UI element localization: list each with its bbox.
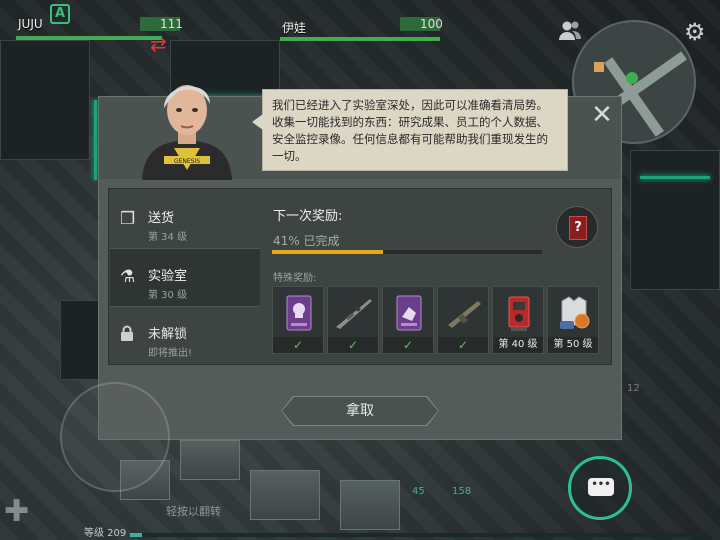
reward-slot[interactable]: ✓ — [382, 286, 434, 354]
bg-crate — [180, 440, 240, 480]
reward-slot[interactable]: 第 40 级 — [492, 286, 544, 354]
minimap-player-marker — [626, 72, 638, 84]
mystery-card-icon: ? — [569, 216, 587, 240]
reward-status: ✓ — [273, 337, 323, 353]
chat-icon: ••• — [588, 478, 614, 496]
movement-joystick[interactable] — [60, 382, 170, 492]
player1-health-value: 111 — [140, 17, 183, 31]
armor-vest-icon — [560, 296, 590, 329]
player2-health-value: 100 — [400, 17, 443, 31]
sniper-rifle-icon — [336, 299, 372, 329]
reward-status: ✓ — [438, 337, 488, 353]
minimap-objective-marker — [594, 62, 604, 72]
reward-level-requirement: 第 50 级 — [548, 337, 598, 353]
hand-card-icon — [396, 295, 422, 331]
boxes-icon: ❒ — [120, 209, 136, 229]
gear-icon[interactable]: ⚙ — [684, 18, 706, 46]
lock-icon — [120, 325, 134, 346]
assault-rifle-icon — [448, 301, 481, 328]
experience-bar — [130, 533, 710, 537]
progress-bar — [272, 250, 542, 254]
character-portrait: GENESIS — [134, 70, 240, 180]
dpad-icon[interactable]: ✚ — [4, 494, 44, 534]
bg-neon-strip — [640, 176, 710, 179]
bg-wall — [0, 40, 90, 160]
reward-slot[interactable]: 第 50 级 — [547, 286, 599, 354]
reward-status: ✓ — [328, 337, 378, 353]
reward-slot[interactable]: ✓ — [327, 286, 379, 354]
next-reward-label: 下一次奖励: — [273, 209, 343, 224]
player1-health-fill — [16, 36, 162, 40]
category-title: 未解锁 — [148, 327, 188, 342]
player2-name: 伊娃 — [282, 21, 307, 35]
category-subtitle: 即将推出! — [148, 348, 193, 359]
ammo-count: 12 — [627, 383, 640, 394]
claim-button[interactable]: 拿取 — [282, 397, 438, 425]
player1-name: JUJU — [18, 17, 43, 31]
category-locked[interactable]: 未解锁 即将推出! — [110, 307, 260, 365]
flask-icon: ⚗ — [120, 267, 136, 287]
progress-text: 41% 已完成 — [273, 234, 340, 248]
portrait-jacket-text: GENESIS — [174, 158, 200, 165]
people-icon[interactable] — [558, 20, 582, 48]
swap-icon[interactable]: ⇄ — [150, 32, 167, 56]
player-level: 等级 209 — [84, 528, 127, 539]
special-rewards-label: 特殊奖励: — [273, 273, 317, 284]
reward-level-requirement: 第 40 级 — [493, 337, 543, 353]
category-title: 送货 — [148, 211, 175, 226]
category-subtitle: 第 34 级 — [148, 232, 188, 243]
reward-slot[interactable]: ✓ — [437, 286, 489, 354]
player-rank-badge: A — [50, 4, 70, 24]
dialog-speech: 我们已经进入了实验室深处，因此可以准确看清局势。收集一切能找到的东西：研究成果、… — [252, 89, 568, 171]
bg-wall — [60, 300, 100, 380]
resource-count: 45 — [412, 486, 425, 497]
bg-neon-strip — [94, 100, 97, 180]
red-machine-icon — [508, 296, 530, 331]
bg-crate — [250, 470, 320, 520]
resource-count: 158 — [452, 486, 472, 497]
flip-hint: 轻按以翻转 — [166, 505, 221, 518]
progress-fill — [272, 250, 383, 254]
category-title: 实验室 — [148, 269, 188, 284]
reward-status: ✓ — [383, 337, 433, 353]
player2-health-fill — [280, 37, 440, 41]
experience-fill — [130, 533, 142, 537]
bg-wall — [630, 150, 720, 290]
category-delivery[interactable]: ❒ 送货 第 34 级 — [110, 191, 260, 249]
bg-crate — [340, 480, 400, 530]
next-reward-preview[interactable]: ? — [556, 206, 598, 248]
category-lab[interactable]: ⚗ 实验室 第 30 级 — [110, 249, 260, 307]
category-subtitle: 第 30 级 — [148, 290, 188, 301]
player2-health-bar — [280, 37, 440, 41]
close-icon[interactable]: ✕ — [590, 102, 614, 128]
reward-slot[interactable]: ✓ — [272, 286, 324, 354]
skull-card-icon — [286, 295, 312, 331]
